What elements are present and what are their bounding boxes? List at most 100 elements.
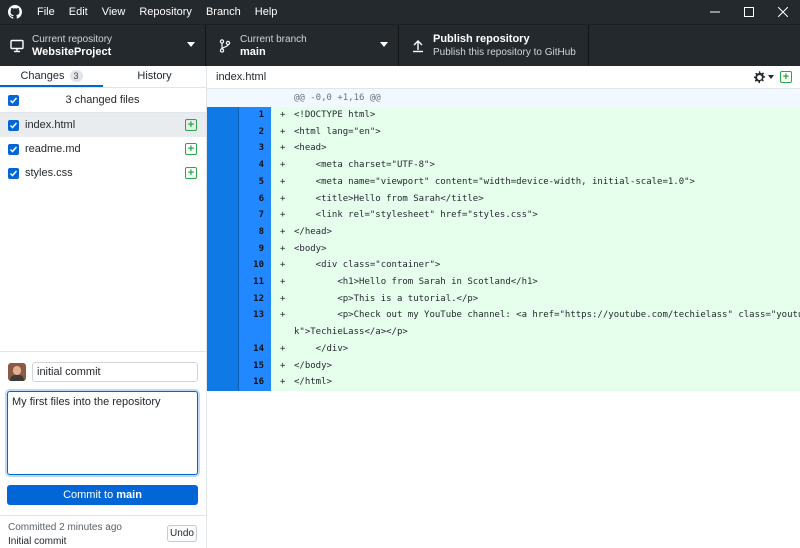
diff-line[interactable]: 13 + <p>Check out my YouTube channel: <a … (207, 307, 800, 325)
commit-description-input[interactable]: My first files into the repository (7, 391, 198, 475)
old-line-number (207, 123, 239, 141)
file-checkbox[interactable] (8, 143, 19, 155)
sidebar-tabs: Changes 3 History (0, 66, 206, 88)
diff-line[interactable]: 4 + <meta charset="UTF-8"> (207, 157, 800, 174)
branch-icon (216, 37, 234, 55)
current-repository-label: Current repository (32, 33, 113, 45)
file-row-readme-md[interactable]: readme.md + (0, 137, 206, 161)
diff-line-code: + <link rel="stylesheet" href="styles.cs… (271, 207, 800, 224)
menu-view[interactable]: View (95, 0, 133, 24)
hunk-header-text: @@ -0,0 +1,16 @@ (271, 89, 800, 107)
changed-files-header: 3 changed files (0, 88, 206, 113)
changed-files-count: 3 changed files (65, 94, 140, 106)
sidebar: Changes 3 History 3 changed files index.… (0, 66, 207, 548)
new-line-number: 13 (239, 307, 271, 325)
file-row-index-html[interactable]: index.html + (0, 113, 206, 137)
diff-line[interactable]: 14 + </div> (207, 340, 800, 358)
diff-line-code: + <body> (271, 240, 800, 258)
file-name: readme.md (25, 143, 81, 155)
new-line-number: 8 (239, 223, 271, 241)
last-commit-message: Initial commit (8, 536, 67, 547)
menu-edit[interactable]: Edit (62, 0, 95, 24)
publish-repository-button[interactable]: Publish repository Publish this reposito… (399, 25, 589, 66)
old-line-number (207, 157, 239, 174)
new-line-number: 14 (239, 340, 271, 358)
diff-line[interactable]: 10 + <div class="container"> (207, 257, 800, 275)
last-commit-info: Committed 2 minutes ago Initial commit U… (0, 515, 206, 548)
select-all-checkbox[interactable] (8, 94, 19, 106)
diff-line[interactable]: 5 + <meta name="viewport" content="width=… (207, 173, 800, 191)
diff-line[interactable]: 8 + </head> (207, 223, 800, 241)
chevron-down-icon (768, 75, 774, 79)
close-icon[interactable] (766, 0, 800, 24)
diff-line-code: k">TechieLass</a></p> (271, 324, 800, 341)
chevron-down-icon (187, 42, 195, 47)
diff-line-code: + </div> (271, 340, 800, 358)
new-line-number (239, 324, 271, 341)
added-marker: + (280, 310, 286, 321)
new-line-number: 9 (239, 240, 271, 258)
commit-button[interactable]: Commit to main (7, 485, 198, 505)
new-line-number: 3 (239, 140, 271, 158)
diff-line[interactable]: 1 + <!DOCTYPE html> (207, 107, 800, 124)
old-line-number (207, 290, 239, 308)
added-marker: + (280, 260, 286, 271)
github-logo-icon (0, 0, 30, 24)
diff-line-code: + </head> (271, 223, 800, 241)
diff-line[interactable]: 11 + <h1>Hello from Sarah in Scotland</h1… (207, 274, 800, 291)
diff-line[interactable]: 16 + </html> (207, 374, 800, 391)
minimize-icon[interactable] (698, 0, 732, 24)
commit-summary-input[interactable] (32, 362, 198, 382)
menu-branch[interactable]: Branch (199, 0, 248, 24)
current-branch-value: main (240, 45, 266, 58)
diff-line[interactable]: 6 + <title>Hello from Sarah</title> (207, 190, 800, 208)
upload-icon (409, 37, 427, 55)
diff-line-text: <h1>Hello from Sarah in Scotland</h1> (294, 277, 538, 288)
current-branch-button[interactable]: Current branch main (206, 25, 399, 66)
menu-repository[interactable]: Repository (132, 0, 199, 24)
maximize-icon[interactable] (732, 0, 766, 24)
avatar (8, 363, 26, 381)
old-line-number (207, 357, 239, 375)
diff-line-text: <meta charset="UTF-8"> (294, 160, 435, 171)
old-line-number (207, 190, 239, 208)
added-marker: + (280, 360, 286, 371)
current-repository-button[interactable]: Current repository WebsiteProject (0, 25, 206, 66)
diff-line-text: </body> (294, 360, 332, 371)
added-marker: + (280, 160, 286, 171)
diff-settings-button[interactable] (753, 70, 774, 84)
diff-line[interactable]: 9 + <body> (207, 240, 800, 258)
undo-button[interactable]: Undo (167, 525, 197, 542)
old-line-number (207, 374, 239, 391)
file-name: index.html (25, 119, 76, 131)
diff-line-text: <meta name="viewport" content="width=dev… (294, 176, 695, 187)
old-line-number (207, 173, 239, 191)
toolbar: Current repository WebsiteProject Curren… (0, 24, 800, 66)
diff-line-code: + <html lang="en"> (271, 123, 800, 141)
diff-line-text: <title>Hello from Sarah</title> (294, 193, 484, 204)
diff-line[interactable]: 2 + <html lang="en"> (207, 123, 800, 141)
old-line-number (207, 340, 239, 358)
new-line-number: 6 (239, 190, 271, 208)
file-added-icon: + (185, 119, 197, 131)
diff-line-text: <html lang="en"> (294, 126, 381, 137)
tab-history[interactable]: History (103, 66, 206, 87)
file-checkbox[interactable] (8, 119, 19, 131)
diff-line[interactable]: k">TechieLass</a></p> (207, 324, 800, 341)
diff-line[interactable]: 7 + <link rel="stylesheet" href="styles.c… (207, 207, 800, 224)
diff-line[interactable]: 12 + <p>This is a tutorial.</p> (207, 290, 800, 308)
file-checkbox[interactable] (8, 167, 19, 179)
diff-line-text: </div> (294, 343, 349, 354)
file-row-styles-css[interactable]: styles.css + (0, 161, 206, 185)
diff-line[interactable]: 15 + </body> (207, 357, 800, 375)
menu-help[interactable]: Help (248, 0, 285, 24)
tab-changes[interactable]: Changes 3 (0, 66, 103, 87)
diff-line-code: + <p>This is a tutorial.</p> (271, 290, 800, 308)
added-marker: + (280, 110, 286, 120)
diff-file-name: index.html (216, 71, 267, 83)
diff-line-code: + <!DOCTYPE html> (271, 107, 800, 124)
menu-file[interactable]: File (30, 0, 62, 24)
file-added-icon: + (185, 167, 197, 179)
diff-line[interactable]: 3 + <head> (207, 140, 800, 158)
diff-line-text: <!DOCTYPE html> (294, 110, 376, 120)
